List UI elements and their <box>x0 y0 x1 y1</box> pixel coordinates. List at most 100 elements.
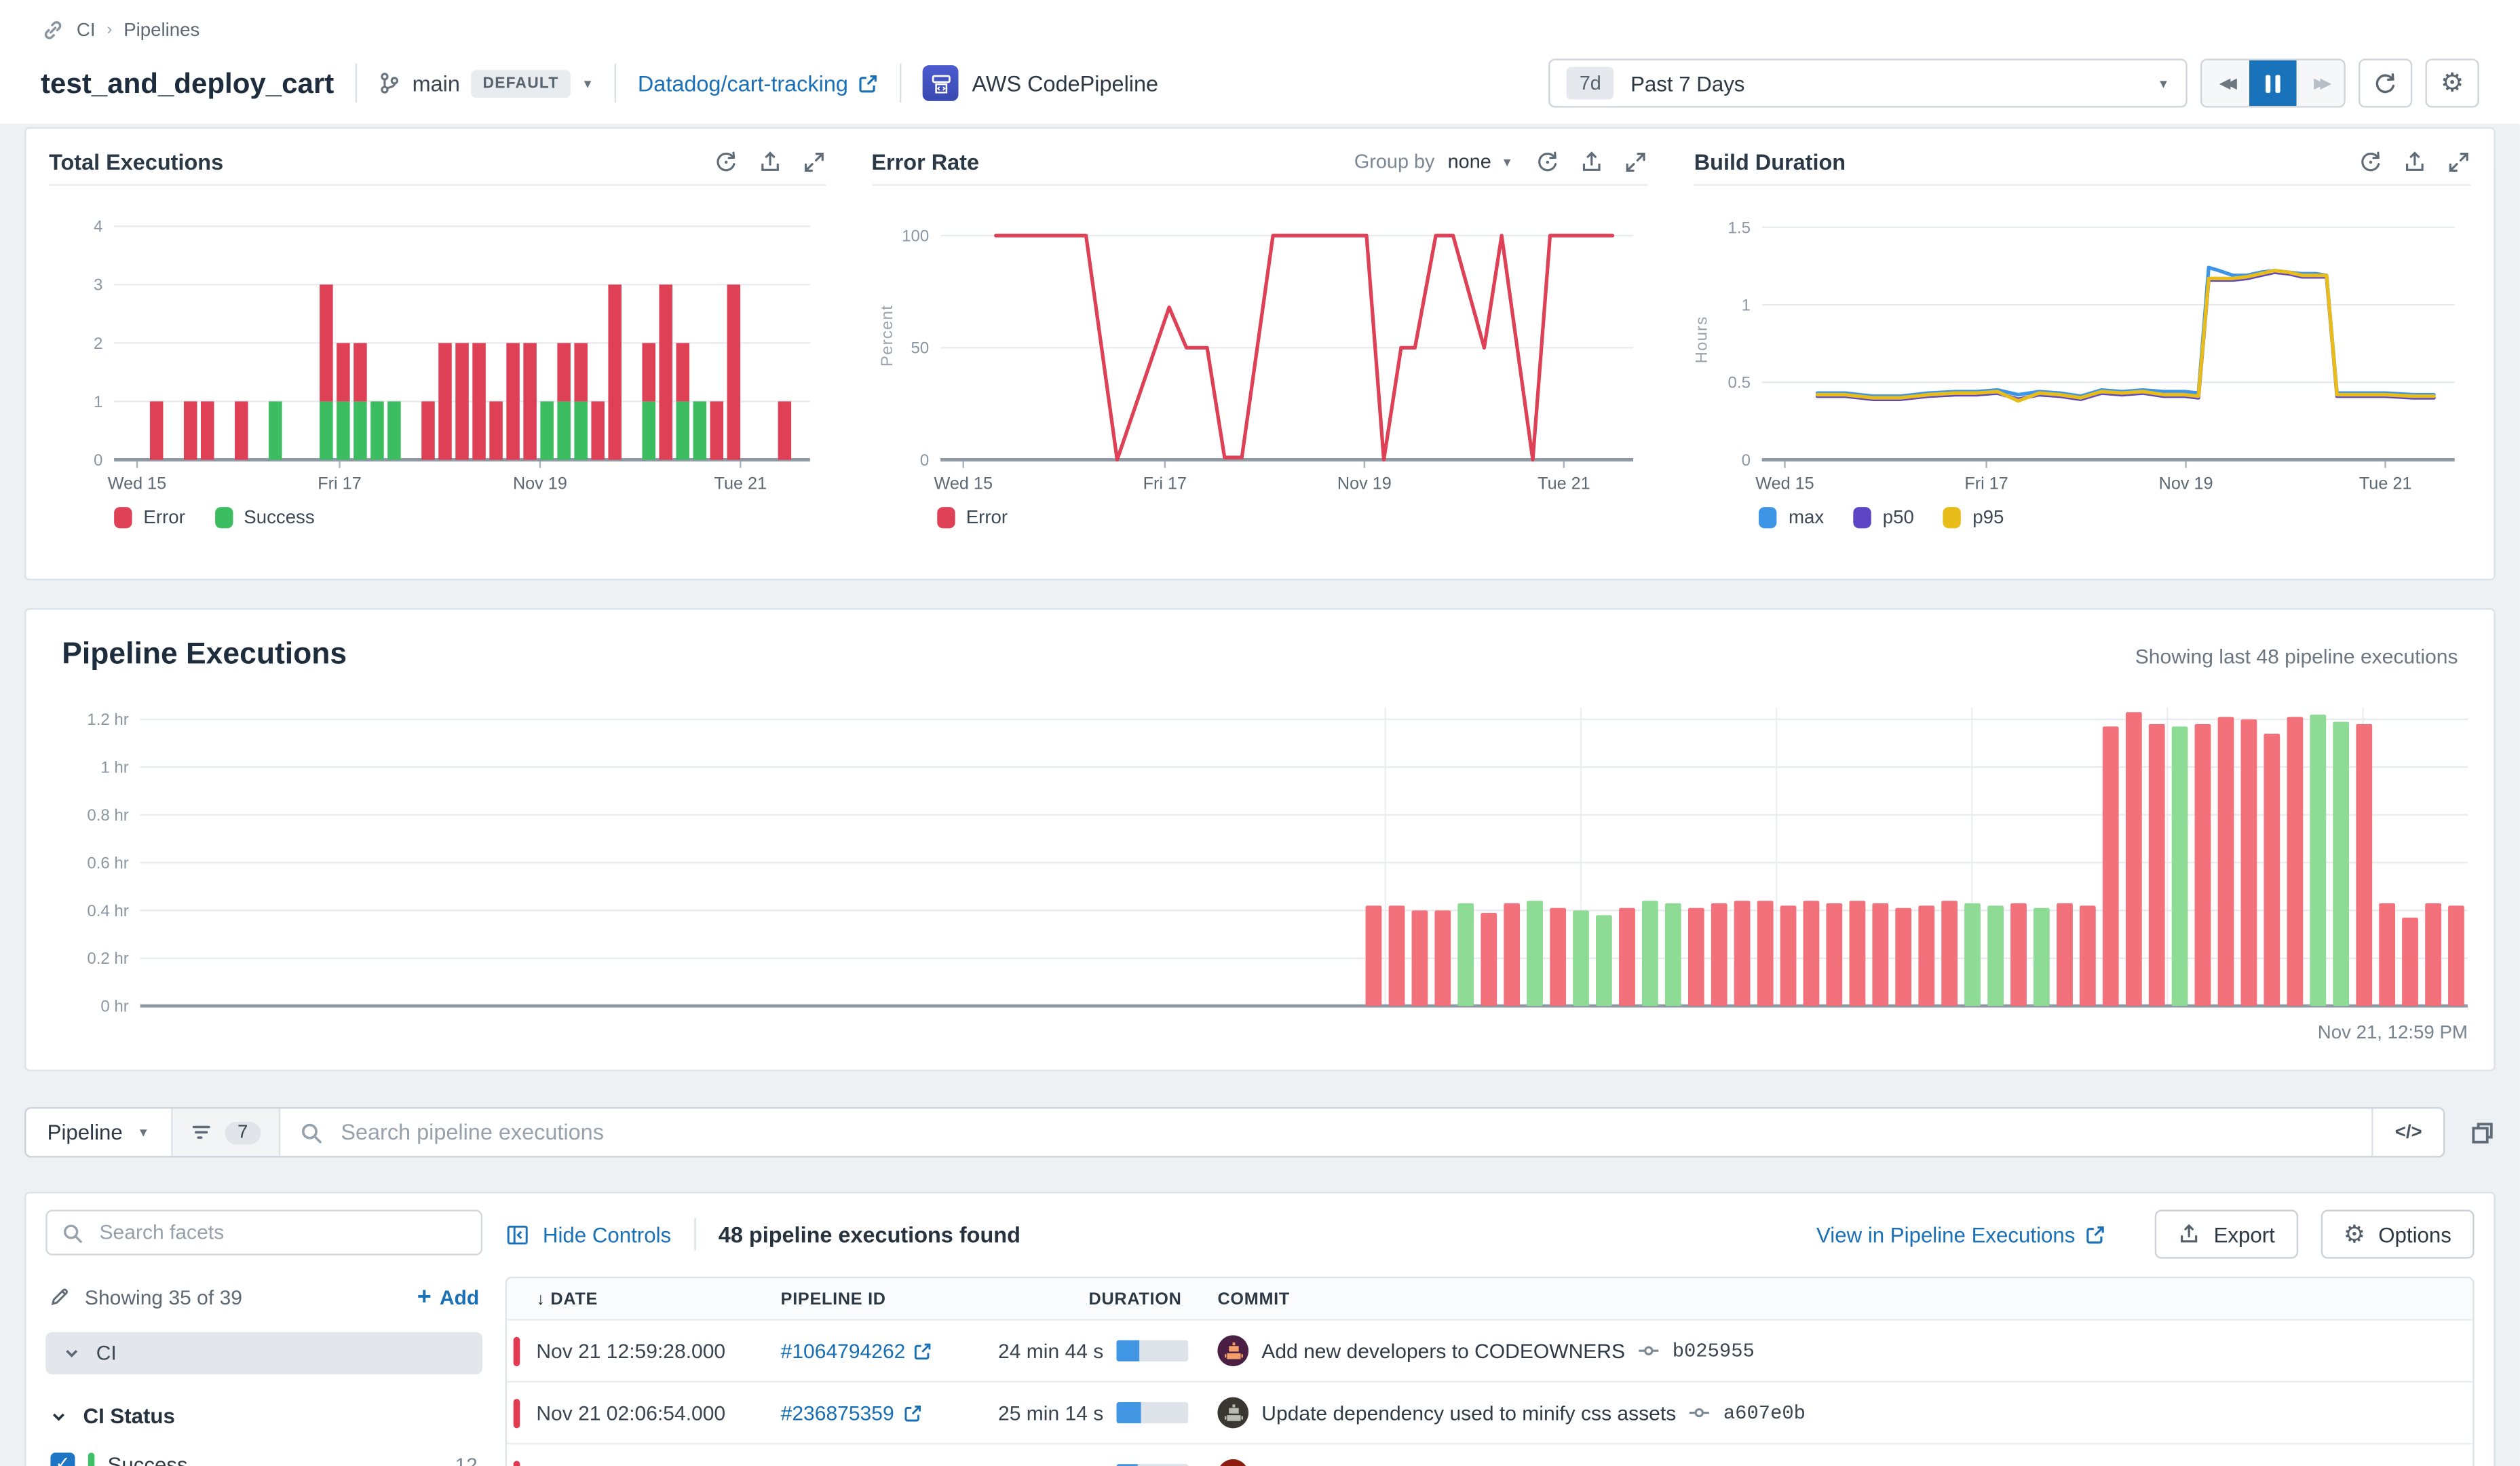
facet-group-ci[interactable]: CI <box>45 1332 483 1375</box>
facet-item-success[interactable]: ✓ Success 12 <box>45 1452 482 1466</box>
legend-item[interactable]: Error <box>936 507 1008 529</box>
duration-gauge <box>1116 1402 1189 1424</box>
y-axis-label: Percent <box>879 304 897 367</box>
svg-text:100: 100 <box>901 227 928 246</box>
widget-build-duration: Build Duration Hours 0 0.5 1 1.5 Wed 15 Fri 1… <box>1671 129 2494 579</box>
widget-expand-icon[interactable] <box>1624 149 1648 174</box>
search-input[interactable] <box>337 1118 2353 1146</box>
commit-message: Update dependency used to minify css ass… <box>1261 1401 1677 1425</box>
settings-gear-button[interactable]: ⚙ <box>2425 58 2479 108</box>
time-forward-button[interactable]: ▶▶ <box>2296 60 2344 107</box>
svg-text:Fri 17: Fri 17 <box>318 474 361 493</box>
widget-export-icon[interactable] <box>757 149 782 174</box>
branch-selector[interactable]: main DEFAULT ▼ <box>378 69 594 97</box>
breadcrumb-section[interactable]: CI <box>77 20 96 40</box>
widget-expand-icon[interactable] <box>801 149 826 174</box>
edit-pencil-icon[interactable] <box>49 1286 70 1307</box>
search-icon <box>62 1222 83 1243</box>
execution-date: Nov 21 02:06:54.000 <box>536 1401 726 1425</box>
column-pipeline-id[interactable]: PIPELINE ID <box>781 1289 980 1309</box>
avatar <box>1217 1335 1249 1367</box>
svg-text:0: 0 <box>94 451 102 470</box>
git-commit-icon <box>1689 1408 1710 1418</box>
divider <box>693 1218 696 1251</box>
time-pause-button[interactable] <box>2249 60 2297 107</box>
copy-icon[interactable] <box>2469 1119 2495 1145</box>
duration-gauge <box>1116 1340 1189 1361</box>
build-duration-chart[interactable]: 0 0.5 1 1.5 Wed 15 Fri 17 Nov 19 Tue 21 <box>1694 192 2471 495</box>
svg-text:0.2 hr: 0.2 hr <box>87 950 128 968</box>
column-commit[interactable]: COMMIT <box>1204 1289 2473 1309</box>
column-duration[interactable]: DURATION <box>980 1289 1205 1309</box>
legend-item[interactable]: Error <box>114 507 185 529</box>
widget-export-icon[interactable] <box>1580 149 1605 174</box>
refresh-button[interactable] <box>2358 58 2413 108</box>
summary-charts-card: Total Executions 0 1 2 3 4 Wed 15 Fri 17 Nov 19… <box>24 127 2496 581</box>
pipeline-executions-chart[interactable]: 0 hr 0.2 hr 0.4 hr 0.6 hr 0.8 hr 1 hr 1.2 hr <box>45 688 2474 1022</box>
repo-link[interactable]: Datadog/cart-tracking <box>638 71 879 96</box>
widget-refresh-icon[interactable] <box>2359 149 2383 174</box>
widget-refresh-icon[interactable] <box>713 149 738 174</box>
page-header: CI › Pipelines test_and_deploy_cart main… <box>0 0 2520 124</box>
facet-search-box <box>45 1209 483 1256</box>
checkbox-checked[interactable]: ✓ <box>50 1452 75 1466</box>
legend-item[interactable]: p95 <box>1943 507 2004 529</box>
table-row[interactable]: Nov 21 02:06:54.000 #236875359 25 min 14… <box>507 1380 2473 1443</box>
status-error-pill <box>513 1460 520 1466</box>
table-row[interactable]: Nov 21 12:59:28.000 #1064794262 24 min 4… <box>507 1319 2473 1380</box>
time-backward-button[interactable]: ◀◀ <box>2202 60 2250 107</box>
widget-expand-icon[interactable] <box>2447 149 2471 174</box>
y-axis-label: Hours <box>1694 316 1713 364</box>
table-row[interactable]: Nov 21 01:03:08.000 #877261317 22 min 9 … <box>507 1442 2473 1466</box>
avatar <box>1217 1459 1249 1466</box>
svg-text:Wed 15: Wed 15 <box>1756 474 1814 493</box>
svg-text:1.2 hr: 1.2 hr <box>87 711 128 729</box>
add-facet-button[interactable]: + Add <box>417 1283 479 1311</box>
svg-text:1: 1 <box>94 393 102 411</box>
facet-search-input[interactable] <box>96 1219 467 1246</box>
pipeline-id-link[interactable]: #236875359 <box>781 1402 922 1424</box>
divider <box>355 63 357 103</box>
time-range-label: Past 7 Days <box>1630 71 1745 96</box>
widget-title: Error Rate <box>871 149 980 174</box>
error-rate-chart[interactable]: 0 50 100 Wed 15 Fri 17 Nov 19 Tue 21 <box>871 192 1648 495</box>
legend-item[interactable]: Success <box>214 507 315 529</box>
ci-provider: AWS CodePipeline <box>923 65 1158 101</box>
pipeline-id-link[interactable]: #1064794262 <box>781 1339 934 1362</box>
widget-refresh-icon[interactable] <box>1536 149 1561 174</box>
level-select[interactable]: Pipeline ▼ <box>26 1108 172 1157</box>
export-icon <box>2181 1224 2198 1243</box>
svg-text:1.5: 1.5 <box>1728 219 1751 237</box>
legend-swatch <box>114 507 132 529</box>
svg-text:Fri 17: Fri 17 <box>1965 474 2008 493</box>
hide-controls-button[interactable]: Hide Controls <box>505 1222 671 1246</box>
svg-text:0.8 hr: 0.8 hr <box>87 806 128 825</box>
filter-count-badge: 7 <box>224 1121 261 1144</box>
execution-date: Nov 21 01:03:08.000 <box>536 1463 780 1466</box>
options-button[interactable]: ⚙ Options <box>2321 1209 2475 1259</box>
legend-item[interactable]: p50 <box>1853 507 1914 529</box>
legend-item[interactable]: max <box>1759 507 1824 529</box>
export-button[interactable]: Export <box>2155 1209 2298 1259</box>
group-by-select[interactable]: none ▼ <box>1448 150 1513 173</box>
filters-toggle[interactable]: 7 <box>172 1108 281 1157</box>
time-range-picker[interactable]: 7d Past 7 Days ▼ <box>1548 58 2188 108</box>
search-icon <box>300 1121 323 1144</box>
external-link-icon <box>904 1404 920 1421</box>
code-view-button[interactable]: </> <box>2372 1108 2443 1157</box>
dashboard-canvas: Total Executions 0 1 2 3 4 Wed 15 Fri 17 Nov 19… <box>0 124 2520 1466</box>
facet-items: ✓ Success 12 <box>45 1452 482 1466</box>
filter-row: Pipeline ▼ 7 Search pipeline executions … <box>24 1107 2496 1158</box>
svg-text:0.5: 0.5 <box>1728 374 1751 392</box>
results-count: 48 pipeline executions found <box>718 1222 1020 1247</box>
table-header: ↓ DATE PIPELINE ID DURATION COMMIT <box>507 1278 2473 1319</box>
breadcrumb-page[interactable]: Pipelines <box>123 20 199 40</box>
widget-export-icon[interactable] <box>2403 149 2427 174</box>
pipeline-id-link[interactable]: #877261317 <box>781 1463 922 1466</box>
external-link-icon <box>858 73 879 94</box>
total-executions-chart[interactable]: 0 1 2 3 4 Wed 15 Fri 17 Nov 19 Tue 21 <box>49 192 826 495</box>
view-in-pipeline-executions-link[interactable]: View in Pipeline Executions <box>1816 1222 2106 1246</box>
column-date[interactable]: ↓ DATE <box>536 1289 780 1309</box>
chevron-down-icon <box>66 1349 78 1357</box>
facet-ci-status[interactable]: CI Status <box>45 1404 482 1428</box>
